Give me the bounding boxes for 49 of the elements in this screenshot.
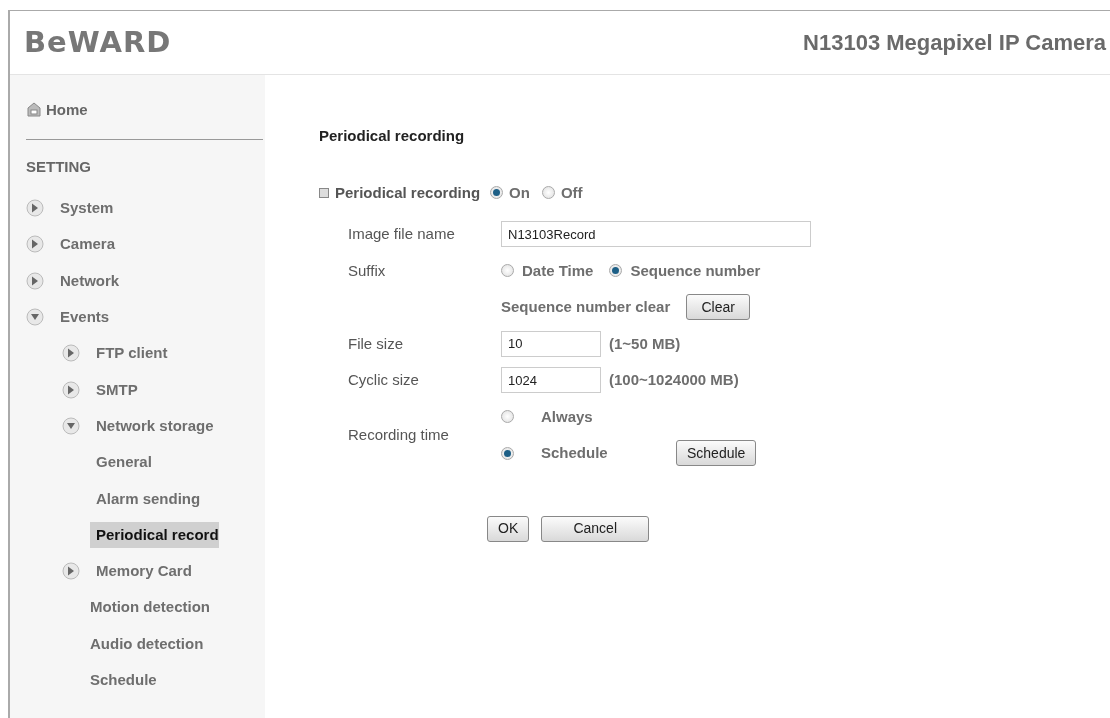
sidebar-item[interactable]: Network (54, 267, 126, 294)
option-label: Sequence number (630, 260, 761, 281)
radio-button[interactable] (609, 264, 623, 278)
option-label: Schedule (541, 443, 608, 463)
clear-button[interactable]: Clear (686, 294, 751, 321)
house-icon (26, 102, 42, 118)
sidebar-item[interactable]: Camera (54, 231, 122, 258)
sidebar-item[interactable]: Schedule (84, 667, 163, 693)
bullet-square-icon (319, 187, 329, 198)
sidebar-item[interactable]: Memory Card (90, 558, 198, 585)
sidebar-item[interactable]: FTP client (90, 340, 174, 367)
sidebar-item[interactable]: Alarm sending (90, 485, 207, 512)
cancel-button[interactable]: Cancel (541, 515, 650, 542)
range-hint: (100~1024000 MB) (609, 370, 739, 390)
sidebar-item[interactable]: SMTP (90, 376, 144, 403)
sidebar-item[interactable]: Events (54, 304, 116, 331)
file-size-field[interactable]: 10 (501, 330, 601, 357)
option-label: Off (560, 182, 583, 203)
radio-button[interactable] (501, 410, 514, 424)
logo: BeWARD (24, 23, 172, 61)
sidebar-item[interactable]: Periodical record (90, 521, 219, 548)
ok-button[interactable]: OK (487, 515, 530, 542)
radio-button[interactable] (490, 186, 504, 200)
radio-button[interactable] (501, 446, 514, 460)
option-label: On (509, 182, 530, 203)
section-heading: SETTING (25, 157, 92, 177)
clear-label: Sequence number clear (501, 297, 671, 317)
range-hint: (1~50 MB) (609, 333, 681, 354)
sidebar-item[interactable]: Audio detection (84, 630, 210, 657)
sidebar-item[interactable]: Network storage (90, 412, 220, 439)
field-label: Image file name (348, 224, 456, 244)
field-label: Suffix (348, 260, 387, 281)
radio-button[interactable] (541, 186, 555, 200)
section-title: Periodical recording (319, 126, 466, 146)
option-label: Always (541, 406, 593, 427)
sidebar-item[interactable]: System (54, 195, 120, 222)
option-label: Date Time (522, 260, 594, 281)
cyclic-size-field[interactable]: 1024 (501, 367, 601, 394)
sidebar-item[interactable]: Motion detection (84, 594, 216, 621)
toggle-label: Periodical recording (335, 182, 481, 203)
schedule-button[interactable]: Schedule (676, 440, 757, 467)
field-label: Recording time (348, 424, 450, 445)
field-label: File size (348, 333, 404, 354)
file-name-field[interactable]: N13103Record (501, 221, 811, 248)
sidebar-item[interactable]: General (90, 449, 158, 476)
field-label: Cyclic size (348, 370, 420, 390)
home-link[interactable]: Home (10, 95, 265, 125)
radio-button[interactable] (501, 264, 514, 278)
page-title: N13103 Megapixel IP Camera (803, 29, 1107, 57)
